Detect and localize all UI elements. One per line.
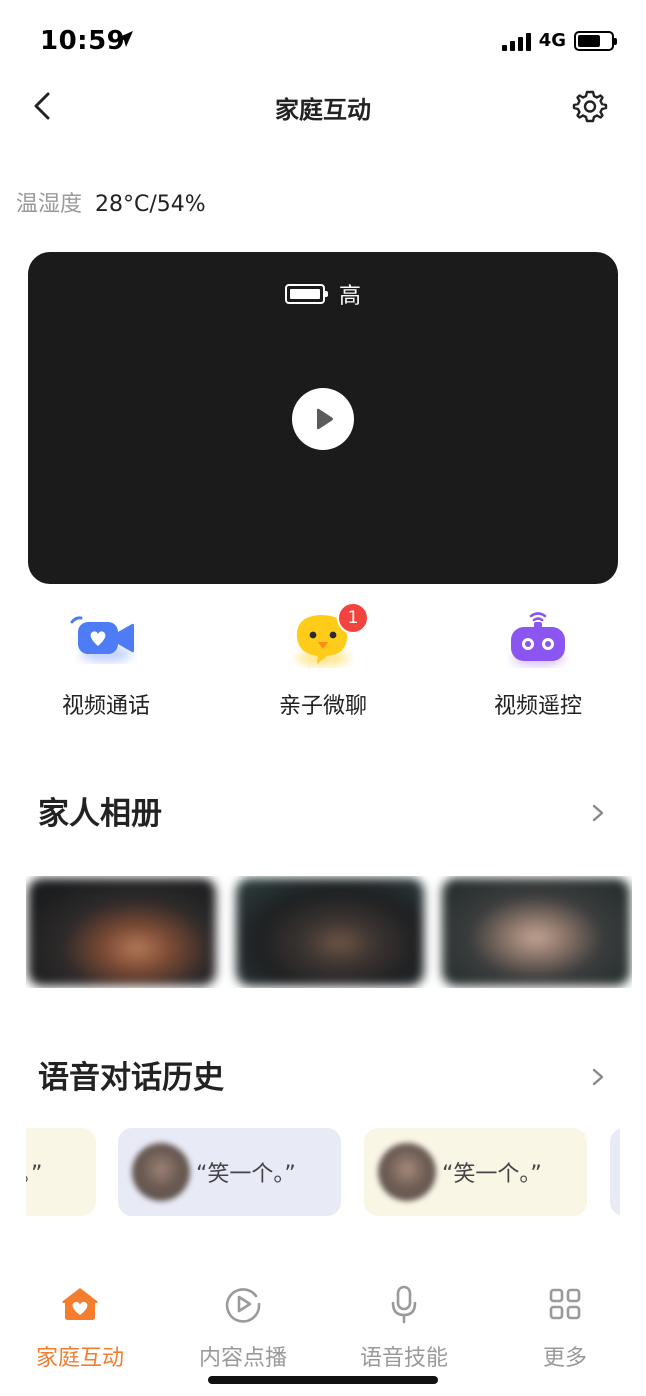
network-label: 4G xyxy=(538,30,566,51)
status-bar: 10:59 4G xyxy=(0,0,646,80)
album-photo[interactable] xyxy=(236,878,424,986)
parent-child-chat-button[interactable]: 1 亲子微聊 xyxy=(233,602,413,720)
tab-content-on-demand[interactable]: 内容点播 xyxy=(163,1278,323,1372)
voice-history-card[interactable]: “笑一个。” xyxy=(118,1128,341,1216)
chick-chat-icon: 1 xyxy=(283,602,369,674)
album-photo[interactable] xyxy=(28,878,216,986)
device-battery-icon xyxy=(284,284,328,304)
play-circle-icon xyxy=(225,1288,261,1323)
tab-family-interaction[interactable]: 家庭互动 xyxy=(0,1278,160,1372)
voice-history-card[interactable]: 。” xyxy=(26,1128,96,1216)
tab-label: 内容点播 xyxy=(198,1346,287,1371)
grid-icon xyxy=(549,1288,581,1320)
signal-icon xyxy=(501,31,531,51)
play-button[interactable] xyxy=(292,388,354,450)
tab-voice-skills[interactable]: 语音技能 xyxy=(324,1278,484,1372)
avatar xyxy=(132,1143,190,1201)
play-icon xyxy=(317,408,333,430)
voice-history-list: 。” “笑一个。” “笑一个。” xyxy=(26,1128,620,1216)
video-call-label: 视频通话 xyxy=(61,694,150,719)
video-remote-label: 视频遥控 xyxy=(493,694,582,719)
unread-badge: 1 xyxy=(337,602,369,634)
voice-history-text: “笑一个。” xyxy=(442,1162,542,1187)
video-remote-button[interactable]: 视频遥控 xyxy=(448,604,628,720)
temperature-humidity: 温湿度 28°C/54% xyxy=(16,186,206,218)
album-photo[interactable] xyxy=(442,878,630,986)
parent-child-chat-label: 亲子微聊 xyxy=(278,694,367,719)
video-preview[interactable]: 高 xyxy=(28,252,618,584)
tab-label: 语音技能 xyxy=(359,1346,448,1371)
voice-history-card[interactable]: “笑一个。” xyxy=(364,1128,587,1216)
battery-icon xyxy=(574,30,617,51)
family-album-title: 家人相册 xyxy=(38,796,162,832)
tab-label: 家庭互动 xyxy=(35,1346,124,1371)
voice-history-header[interactable]: 语音对话历史 xyxy=(38,1052,610,1102)
video-call-icon xyxy=(66,604,146,674)
voice-history-text: “笑一个。” xyxy=(196,1162,296,1187)
status-indicators: 4G xyxy=(501,30,617,51)
status-time: 10:59 xyxy=(40,26,126,56)
page-title: 家庭互动 xyxy=(275,96,371,124)
voice-history-title: 语音对话历史 xyxy=(38,1060,224,1096)
temperature-value: 28°C/54% xyxy=(95,192,206,217)
device-battery-status: 高 xyxy=(28,278,618,310)
family-album xyxy=(26,876,632,988)
voice-history-text: 。” xyxy=(26,1162,43,1187)
battery-level-label: 高 xyxy=(338,284,361,309)
quick-actions: 视频通话 1 亲子微聊 视频遥控 xyxy=(0,602,646,724)
home-indicator[interactable] xyxy=(208,1376,438,1384)
avatar xyxy=(378,1143,436,1201)
tab-bar: 家庭互动 内容点播 语音技能 更多 xyxy=(0,1278,646,1371)
chevron-right-icon[interactable] xyxy=(586,798,610,828)
family-album-header[interactable]: 家人相册 xyxy=(38,788,610,838)
gear-icon[interactable] xyxy=(570,86,610,126)
nav-bar: 家庭互动 xyxy=(0,80,646,132)
voice-history-card[interactable] xyxy=(610,1128,620,1216)
location-arrow-icon xyxy=(117,31,133,47)
temperature-label: 温湿度 xyxy=(16,192,83,217)
tab-label: 更多 xyxy=(542,1346,587,1371)
chevron-right-icon[interactable] xyxy=(586,1062,610,1092)
tab-more[interactable]: 更多 xyxy=(485,1278,645,1372)
robot-remote-icon xyxy=(498,604,578,674)
microphone-icon xyxy=(391,1285,417,1324)
home-heart-icon xyxy=(62,1288,98,1320)
video-call-button[interactable]: 视频通话 xyxy=(16,604,196,720)
